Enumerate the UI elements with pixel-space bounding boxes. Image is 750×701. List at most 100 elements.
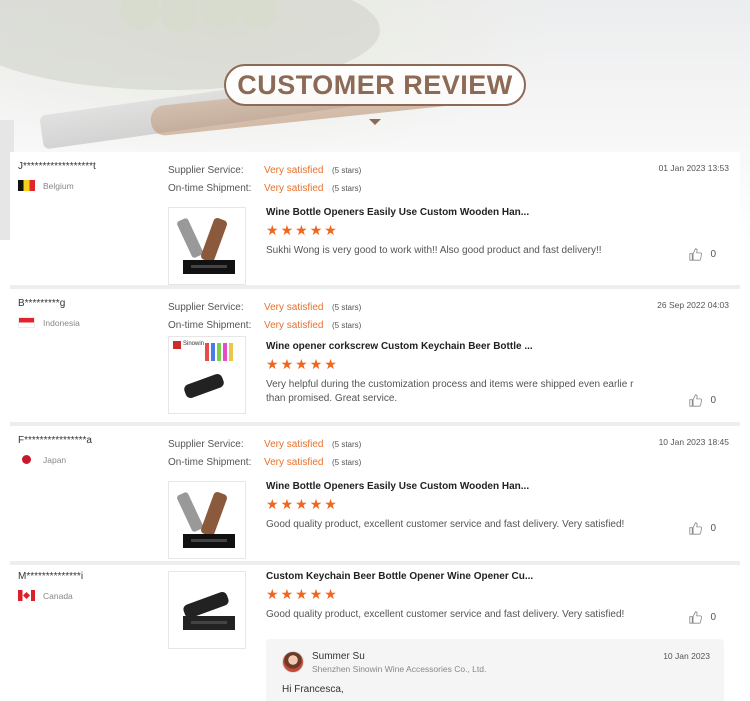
- rating-stars: ★ ★ ★ ★ ★: [266, 357, 646, 371]
- supplier-service-value: Very satisfied: [264, 164, 324, 176]
- product-image[interactable]: [168, 207, 246, 285]
- star-icon: ★: [280, 586, 294, 602]
- canada-flag-icon: [18, 590, 35, 601]
- supplier-service-stars: (5 stars): [332, 165, 362, 175]
- star-icon: ★: [266, 496, 279, 512]
- product-image[interactable]: Sinowin: [168, 336, 246, 414]
- like-button[interactable]: 0: [689, 611, 716, 624]
- review-content: Wine Bottle Openers Easily Use Custom Wo…: [266, 207, 646, 258]
- supplier-service-label: Supplier Service:: [168, 438, 244, 450]
- reviewer-name: J******************t: [18, 161, 96, 172]
- product-image[interactable]: [168, 481, 246, 559]
- sinowin-logo: [173, 341, 181, 349]
- ontime-shipment-label: On-time Shipment:: [168, 182, 252, 194]
- review-comment: Very helpful during the customization pr…: [266, 379, 634, 404]
- reply-text: Hi Francesca,: [282, 684, 344, 695]
- star-icon: ★: [295, 222, 308, 238]
- review-date: 10 Jan 2023 18:45: [658, 437, 729, 447]
- review-list: J******************t Belgium Supplier Se…: [10, 152, 740, 701]
- supplier-service-stars: (5 stars): [332, 439, 362, 449]
- caret-down-icon: [369, 119, 381, 125]
- star-icon: ★: [280, 356, 294, 372]
- product-image[interactable]: [168, 571, 246, 649]
- star-icon: ★: [295, 496, 308, 512]
- corkscrew-variant: [229, 343, 233, 361]
- ontime-shipment-stars: (5 stars): [332, 183, 362, 193]
- product-title-link[interactable]: Wine opener corkscrew Custom Keychain Be…: [266, 341, 646, 352]
- supplier-service-label: Supplier Service:: [168, 301, 244, 313]
- ontime-shipment-row: On-time Shipment: Very satisfied (5 star…: [168, 316, 408, 334]
- star-icon: ★: [295, 356, 308, 372]
- star-icon: ★: [309, 222, 323, 238]
- star-icon: ★: [266, 586, 279, 602]
- ontime-shipment-value: Very satisfied: [264, 182, 324, 194]
- like-button[interactable]: 0: [689, 248, 716, 261]
- country-name: Canada: [43, 590, 73, 601]
- japan-flag-icon: [18, 454, 35, 465]
- service-ratings: Supplier Service: Very satisfied (5 star…: [168, 298, 408, 334]
- product-title-link[interactable]: Custom Keychain Beer Bottle Opener Wine …: [266, 571, 646, 582]
- review-card: M**************i Canada Custom Keychain …: [10, 565, 740, 701]
- review-comment: Sukhi Wong is very good to work with!! A…: [266, 245, 602, 256]
- product-title-link[interactable]: Wine Bottle Openers Easily Use Custom Wo…: [266, 207, 646, 218]
- review-comment: Good quality product, excellent customer…: [266, 609, 625, 620]
- review-date: 26 Sep 2022 04:03: [657, 300, 729, 310]
- section-title-text: CUSTOMER REVIEW: [237, 69, 513, 100]
- star-icon: ★: [324, 222, 337, 238]
- corkscrew-metal: [176, 491, 204, 533]
- reviewer-info: B*********g Indonesia: [18, 298, 168, 328]
- like-button[interactable]: 0: [689, 522, 716, 535]
- reviewer-country: Japan: [18, 454, 168, 465]
- supplier-service-label: Supplier Service:: [168, 164, 244, 176]
- star-icon: ★: [309, 586, 323, 602]
- gift-box: [183, 260, 235, 274]
- avatar: [282, 651, 304, 673]
- like-count: 0: [710, 523, 716, 534]
- corkscrew-metal: [176, 217, 204, 259]
- star-icon: ★: [266, 222, 279, 238]
- like-button[interactable]: 0: [689, 394, 716, 407]
- star-icon: ★: [266, 356, 279, 372]
- review-card: J******************t Belgium Supplier Se…: [10, 152, 740, 289]
- service-ratings: Supplier Service: Very satisfied (5 star…: [168, 161, 408, 197]
- like-count: 0: [710, 249, 716, 260]
- reviewer-name: B*********g: [18, 298, 66, 309]
- thumbs-up-icon: [689, 394, 703, 407]
- ontime-shipment-label: On-time Shipment:: [168, 456, 252, 468]
- like-count: 0: [710, 612, 716, 623]
- supplier-service-stars: (5 stars): [332, 302, 362, 312]
- ontime-shipment-row: On-time Shipment: Very satisfied (5 star…: [168, 453, 408, 471]
- corkscrew-variant: [217, 343, 221, 361]
- supplier-service-value: Very satisfied: [264, 301, 324, 313]
- corkscrew-variant: [205, 343, 209, 361]
- thumbs-up-icon: [689, 522, 703, 535]
- star-icon: ★: [324, 496, 337, 512]
- rating-stars: ★ ★ ★ ★ ★: [266, 587, 646, 601]
- ontime-shipment-stars: (5 stars): [332, 320, 362, 330]
- corkscrew-variant: [211, 343, 215, 361]
- country-name: Belgium: [43, 180, 74, 191]
- review-content: Wine Bottle Openers Easily Use Custom Wo…: [266, 481, 646, 532]
- review-card: F****************a Japan Supplier Servic…: [10, 426, 740, 565]
- reviewer-country: Indonesia: [18, 317, 168, 328]
- reviewer-info: J******************t Belgium: [18, 161, 168, 191]
- supplier-service-value: Very satisfied: [264, 438, 324, 450]
- star-icon: ★: [280, 222, 294, 238]
- gift-box: [183, 616, 235, 630]
- thumbs-up-icon: [689, 248, 703, 261]
- ontime-shipment-label: On-time Shipment:: [168, 319, 252, 331]
- review-date: 01 Jan 2023 13:53: [658, 163, 729, 173]
- star-icon: ★: [324, 356, 337, 372]
- section-title: CUSTOMER REVIEW: [224, 64, 526, 106]
- reviewer-name: F****************a: [18, 435, 92, 446]
- ontime-shipment-row: On-time Shipment: Very satisfied (5 star…: [168, 179, 408, 197]
- gift-box: [183, 534, 235, 548]
- supplier-service-row: Supplier Service: Very satisfied (5 star…: [168, 161, 408, 179]
- review-content: Wine opener corkscrew Custom Keychain Be…: [266, 341, 646, 406]
- star-icon: ★: [324, 586, 337, 602]
- product-title-link[interactable]: Wine Bottle Openers Easily Use Custom Wo…: [266, 481, 646, 492]
- star-icon: ★: [280, 496, 294, 512]
- rating-stars: ★ ★ ★ ★ ★: [266, 497, 646, 511]
- review-card: B*********g Indonesia Supplier Service: …: [10, 289, 740, 426]
- reviewer-info: F****************a Japan: [18, 435, 168, 465]
